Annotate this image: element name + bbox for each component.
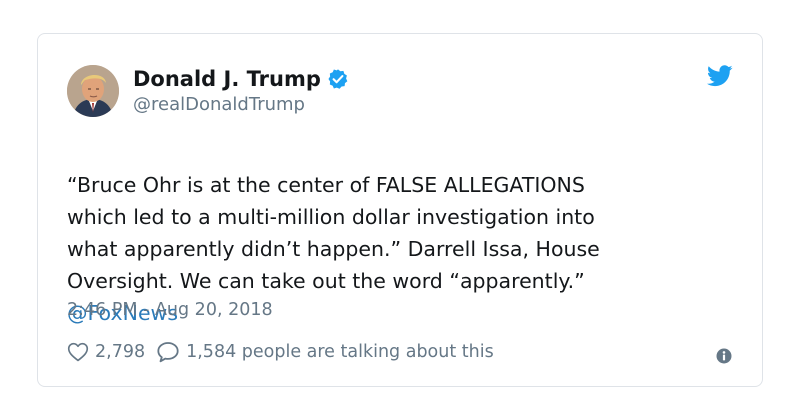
- author-block[interactable]: Donald J. Trump @realDonaldTrump: [133, 64, 349, 115]
- verified-badge-icon: [328, 69, 348, 89]
- speech-bubble-icon: [157, 342, 179, 363]
- tweet-actions: 2,798 1,584 people are talking about thi…: [67, 341, 494, 363]
- author-handle[interactable]: @realDonaldTrump: [133, 94, 349, 115]
- avatar-image: [67, 65, 119, 117]
- author-name[interactable]: Donald J. Trump: [133, 67, 321, 91]
- like-button[interactable]: 2,798: [67, 342, 145, 362]
- tweet-text-line: “Bruce Ohr is at the center of FALSE ALL…: [67, 173, 585, 197]
- like-count: 2,798: [95, 342, 146, 362]
- author-name-row: Donald J. Trump: [133, 64, 349, 94]
- talking-link[interactable]: 1,584 people are talking about this: [145, 341, 494, 363]
- tweet-card: Donald J. Trump @realDonaldTrump “Bruce …: [37, 33, 763, 387]
- avatar[interactable]: [67, 65, 119, 117]
- twitter-bird-icon[interactable]: [707, 65, 733, 87]
- tweet-text-line: what apparently didn’t happen.” Darrell …: [67, 237, 600, 261]
- tweet-timestamp[interactable]: 2:46 PM - Aug 20, 2018: [67, 300, 273, 320]
- tweet-text-line: which led to a multi-million dollar inve…: [67, 205, 595, 229]
- heart-icon: [67, 342, 89, 362]
- talking-text: 1,584 people are talking about this: [186, 342, 494, 362]
- tweet-text: “Bruce Ohr is at the center of FALSE ALL…: [67, 137, 727, 361]
- tweet-text-line: Oversight. We can take out the word “app…: [67, 269, 585, 293]
- info-icon[interactable]: [716, 348, 732, 364]
